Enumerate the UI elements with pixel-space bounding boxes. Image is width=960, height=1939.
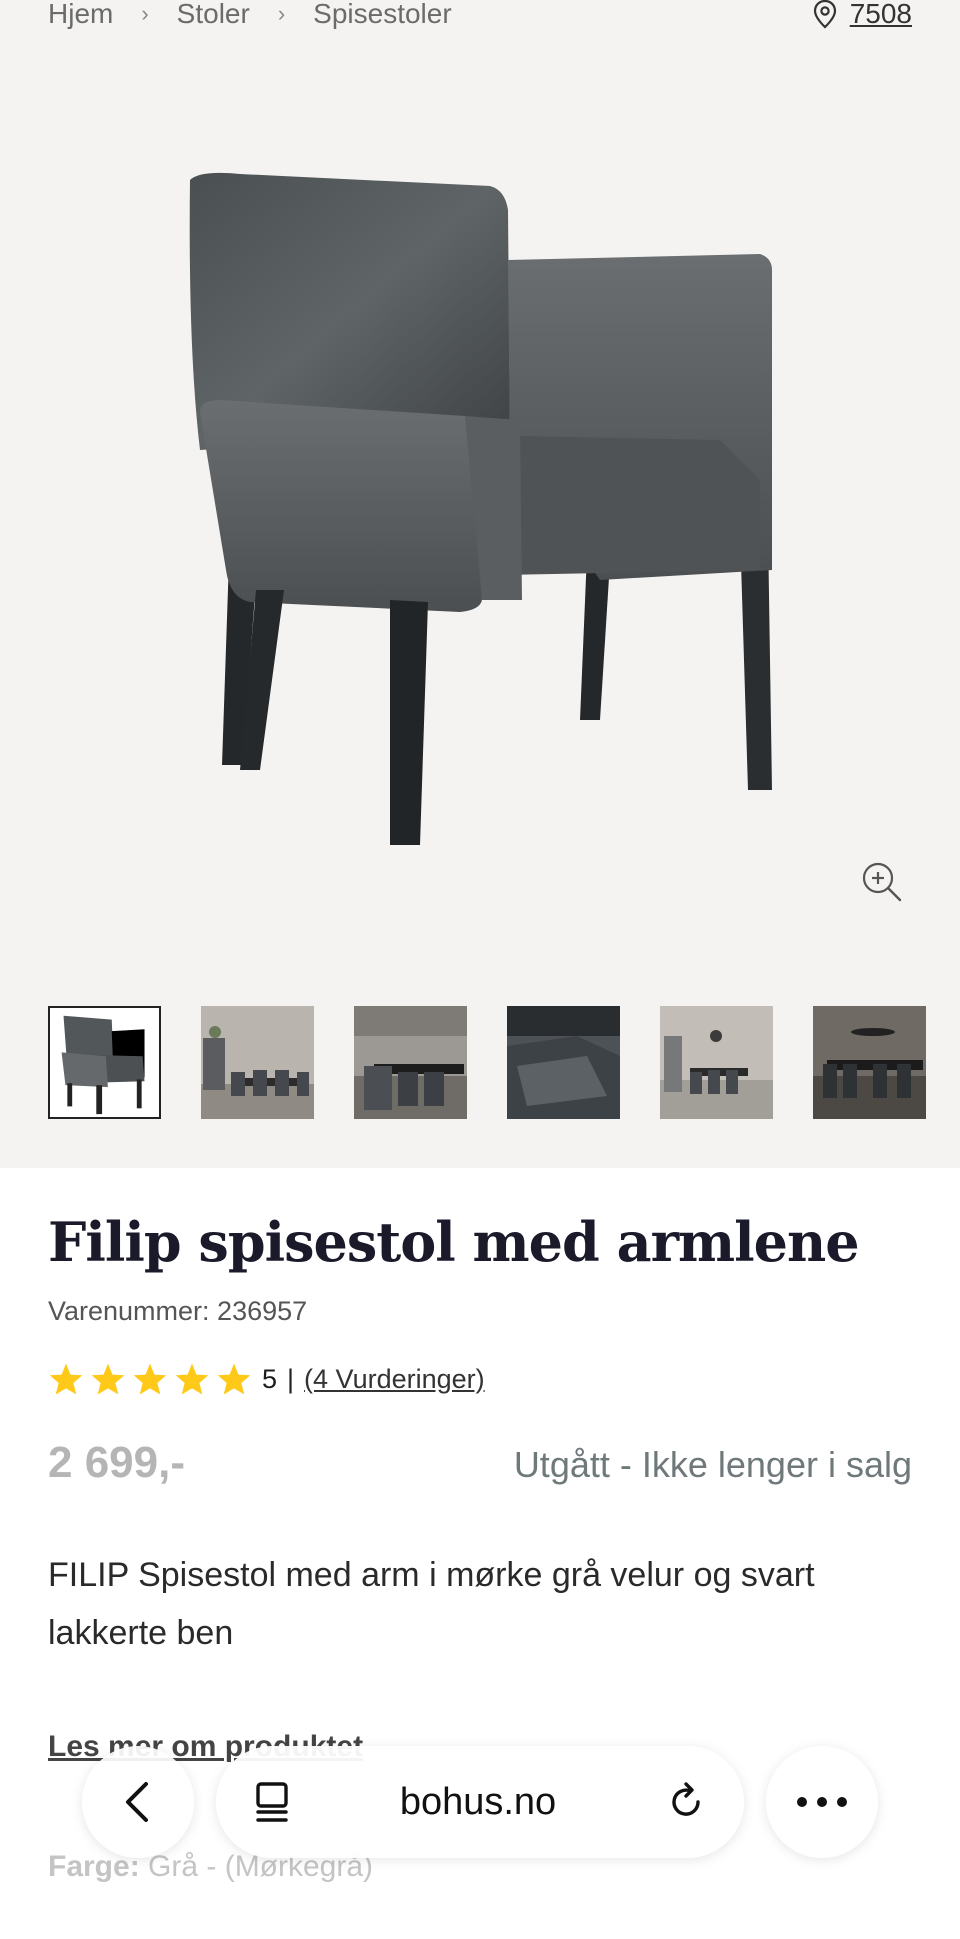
star-icon [175,1363,209,1395]
page: Hjem › Stoler › Spisestoler 7508 Filip s… [0,0,960,1939]
breadcrumb: Hjem › Stoler › Spisestoler [48,0,452,36]
rating-separator: | [287,1363,295,1394]
breadcrumb-item-home[interactable]: Hjem [48,0,113,30]
breadcrumb-item-stoler[interactable]: Stoler [177,0,250,30]
store-selector[interactable]: 7508 [812,0,912,36]
zoom-in-icon[interactable] [858,858,906,906]
more-dots-icon [797,1797,847,1807]
browser-address-bar[interactable]: bohus.no [216,1746,744,1858]
store-number[interactable]: 7508 [850,0,912,30]
availability-status: Utgått - Ikke lenger i salg [513,1444,912,1485]
star-icon [133,1363,167,1395]
browser-more-button[interactable] [766,1746,878,1858]
product-sku: Varenummer: 236957 [48,1296,308,1326]
star-icon [49,1363,83,1395]
thumbnail[interactable] [354,1006,467,1119]
product-description: FILIP Spisestol med arm i mørke grå velu… [48,1556,815,1652]
product-price: 2 699,- [48,1438,185,1487]
browser-domain[interactable]: bohus.no [400,1781,556,1824]
thumbnail[interactable] [813,1006,926,1119]
thumbnail[interactable] [507,1006,620,1119]
product-title: Filip spisestol med armlene [48,1210,860,1274]
star-icon [91,1363,125,1395]
chevron-right-icon: › [277,1,286,26]
chevron-right-icon: › [141,1,149,26]
product-gallery: Hjem › Stoler › Spisestoler 7508 [0,0,960,1168]
reader-icon[interactable] [252,1780,292,1824]
reload-icon[interactable] [664,1780,708,1824]
rating-value: 5 [262,1363,278,1394]
thumbnail-strip [48,1006,926,1119]
rating-stars [48,1362,252,1396]
browser-back-button[interactable] [82,1746,194,1858]
thumbnail[interactable] [201,1006,314,1119]
thumbnail[interactable] [48,1006,161,1119]
product-main-image[interactable] [160,150,800,870]
reviews-link[interactable]: (4 Vurderinger) [304,1364,485,1395]
location-pin-icon [813,0,836,29]
back-chevron-icon [126,1782,148,1822]
star-icon [217,1363,251,1395]
breadcrumb-item-spisestoler[interactable]: Spisestoler [313,0,452,30]
thumbnail[interactable] [660,1006,773,1119]
product-rating: 5 | (4 Vurderinger) [48,1362,485,1396]
